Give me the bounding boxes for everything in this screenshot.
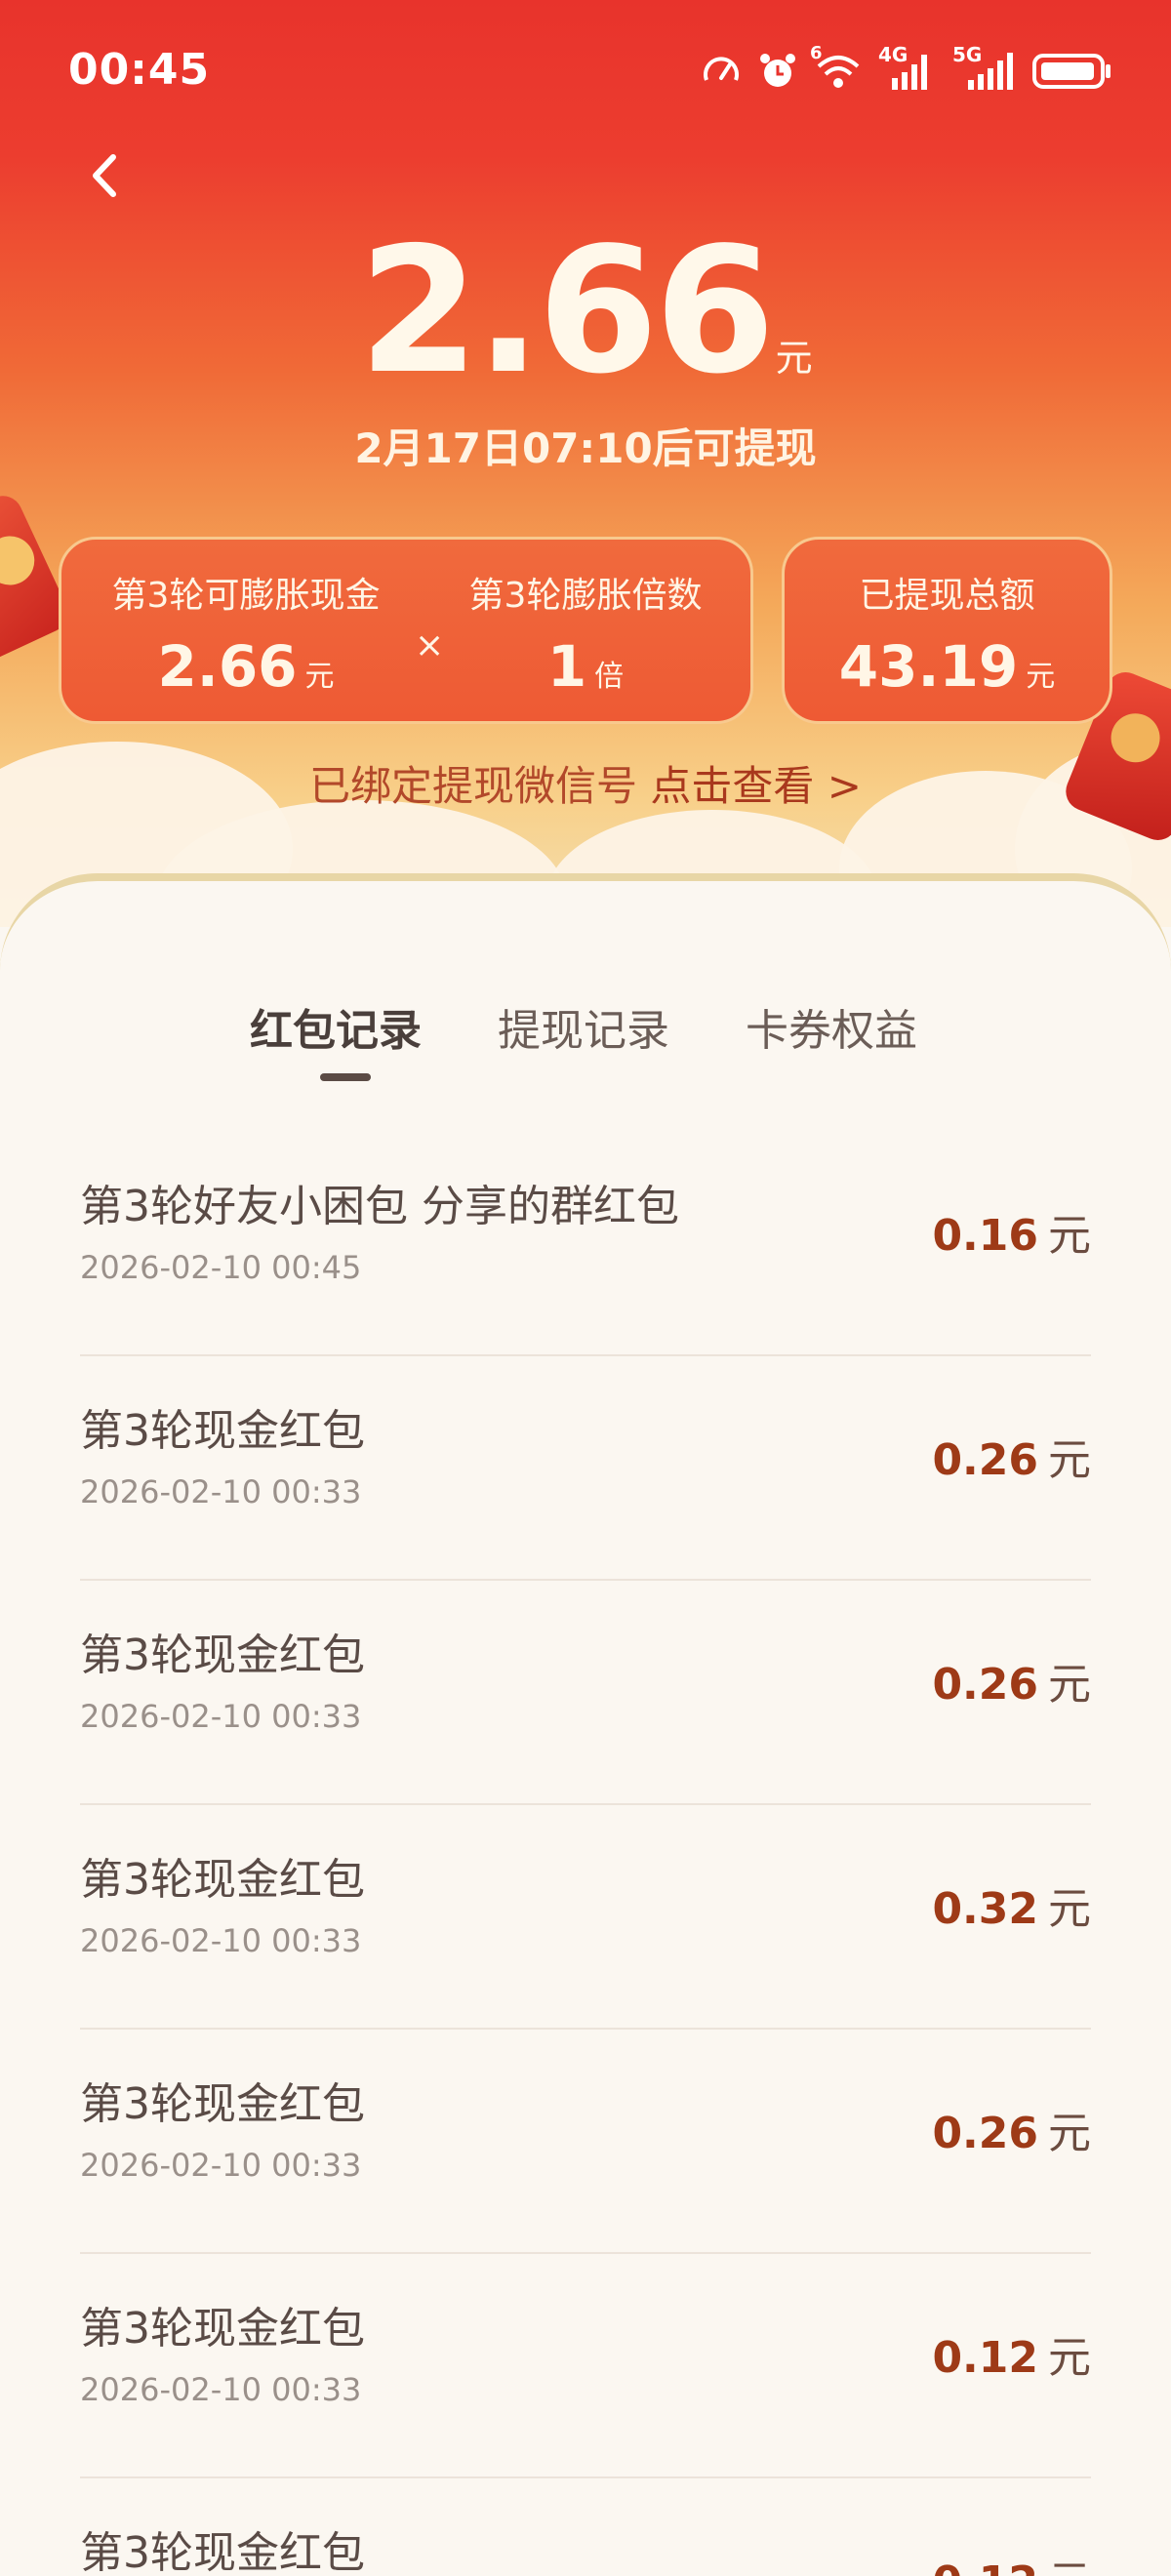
record-time: 2026-02-10 00:45 xyxy=(80,1249,362,1286)
record-title: 第3轮现金红包 xyxy=(80,1406,365,1456)
record-time: 2026-02-10 00:33 xyxy=(80,2371,362,2408)
battery-icon xyxy=(1032,51,1112,92)
list-item[interactable]: 第3轮现金红包 2026-02-10 00:33 0.26 元 xyxy=(80,2030,1091,2254)
multiplier-value-line: 1倍 xyxy=(454,633,717,700)
record-title: 第3轮现金红包 xyxy=(80,1630,365,1680)
multiplier-column: 第3轮膨胀倍数 1倍 xyxy=(454,567,717,700)
record-title: 第3轮现金红包 xyxy=(80,2528,365,2576)
withdrawn-label: 已提现总额 xyxy=(859,576,1035,616)
record-amount-value: 0.26 xyxy=(932,2109,1038,2158)
cash-unit: 元 xyxy=(304,660,335,694)
alarm-icon xyxy=(757,51,798,92)
record-time: 2026-02-10 00:33 xyxy=(80,1922,362,1959)
record-amount: 0.16 元 xyxy=(932,1200,1091,1263)
withdrawn-value-line: 43.19 元 xyxy=(785,633,1110,700)
withdraw-note: 2月17日07:10后可提现 xyxy=(354,424,817,472)
signal-5g-label: 5G xyxy=(952,43,983,66)
tab-coupon-benefits[interactable]: 卡券权益 xyxy=(746,995,917,1058)
wifi-badge: 6 xyxy=(810,43,823,63)
record-title: 第3轮现金红包 xyxy=(80,1855,365,1905)
wechat-bound-link[interactable]: 已绑定提现微信号 点击查看 > xyxy=(0,753,1171,813)
cash-value-line: 2.66 元 xyxy=(104,633,387,700)
record-amount-value: 0.16 xyxy=(932,1211,1038,1261)
multiplier-unit: 倍 xyxy=(594,660,625,694)
record-amount: 0.32 元 xyxy=(932,1873,1091,1936)
tab-red-packet-records[interactable]: 红包记录 xyxy=(250,995,422,1058)
signal-5g-icon: 5G xyxy=(952,43,1017,92)
record-time: 2026-02-10 00:33 xyxy=(80,1698,362,1735)
record-amount-value: 0.26 xyxy=(932,1660,1038,1710)
record-amount: 0.12元 xyxy=(932,2322,1091,2385)
record-amount-unit: 元 xyxy=(1048,2109,1091,2158)
record-time: 2026-02-10 00:33 xyxy=(80,2147,362,2184)
speedometer-icon xyxy=(701,51,742,92)
balance-value: 2.66 xyxy=(358,210,775,412)
record-tabs: 红包记录 提现记录 卡券权益 xyxy=(0,995,1171,1083)
record-list: 第3轮好友小困包 分享的群红包 2026-02-10 00:45 0.16 元 第… xyxy=(80,1132,1091,2576)
record-amount-unit: 元 xyxy=(1048,1884,1091,1934)
back-button[interactable] xyxy=(76,146,135,205)
record-amount-value: 0.32 xyxy=(932,1884,1038,1934)
record-time: 2026-02-10 00:33 xyxy=(80,1473,362,1510)
inflation-card: 第3轮可膨胀现金 2.66 元 × 第3轮膨胀倍数 1倍 xyxy=(59,537,753,724)
status-bar: 00:45 6 4G 5G xyxy=(0,0,1171,146)
withdrawn-value: 43.19 xyxy=(838,633,1019,700)
list-item[interactable]: 第3轮好友小困包 分享的群红包 2026-02-10 00:45 0.16 元 xyxy=(80,1132,1091,1356)
signal-4g-icon: 4G xyxy=(878,43,937,92)
record-amount: 0.12 元 xyxy=(932,2547,1091,2576)
record-amount-value: 0.12 xyxy=(932,2333,1038,2383)
record-amount-unit: 元 xyxy=(1048,1211,1091,1261)
record-amount-value: 0.26 xyxy=(932,1435,1038,1485)
record-amount-unit: 元 xyxy=(1048,1435,1091,1485)
multiplier-label: 第3轮膨胀倍数 xyxy=(468,576,703,616)
wifi-icon: 6 xyxy=(810,43,863,92)
record-amount: 0.26 元 xyxy=(932,2098,1091,2160)
multiplier-value: 1 xyxy=(546,633,587,700)
status-time: 00:45 xyxy=(68,45,211,95)
record-amount: 0.26 元 xyxy=(932,1425,1091,1487)
cash-value: 2.66 xyxy=(157,633,298,700)
record-title: 第3轮现金红包 xyxy=(80,2079,365,2129)
list-item[interactable]: 第3轮现金红包 2026-02-10 00:33 0.26 元 xyxy=(80,1356,1091,1581)
cash-label: 第3轮可膨胀现金 xyxy=(111,576,381,616)
withdrawn-column: 已提现总额 43.19 元 xyxy=(785,567,1110,700)
withdrawn-total-card[interactable]: 已提现总额 43.19 元 xyxy=(782,537,1112,724)
record-amount: 0.26 元 xyxy=(932,1649,1091,1711)
record-title: 第3轮现金红包 xyxy=(80,2304,365,2354)
list-item[interactable]: 第3轮现金红包 2026-02-10 00:33 0.26 元 xyxy=(80,1581,1091,1805)
view-wechat-link[interactable]: 点击查看 > xyxy=(650,762,862,810)
withdrawn-unit: 元 xyxy=(1026,660,1056,694)
record-amount-unit: 元 xyxy=(1048,1660,1091,1710)
record-amount-value: 0.12 xyxy=(932,2557,1038,2576)
list-item[interactable]: 第3轮现金红包 2026-02-10 00:33 0.32 元 xyxy=(80,1805,1091,2030)
record-title: 第3轮好友小困包 分享的群红包 xyxy=(80,1182,679,1231)
tab-withdraw-records[interactable]: 提现记录 xyxy=(498,995,669,1058)
record-amount-unit: 元 xyxy=(1048,2557,1091,2576)
wechat-bound-text: 已绑定提现微信号 xyxy=(309,762,651,810)
balance-unit: 元 xyxy=(775,337,813,380)
times-sign: × xyxy=(415,625,445,665)
tab-indicator xyxy=(320,1073,371,1081)
cash-column: 第3轮可膨胀现金 2.66 元 xyxy=(104,567,387,700)
record-amount-unit: 元 xyxy=(1048,2333,1091,2383)
back-arrow-icon xyxy=(93,154,116,197)
balance-amount: 2.66 元 xyxy=(0,224,1171,398)
status-icons: 6 4G 5G xyxy=(701,43,1112,94)
list-item[interactable]: 第3轮现金红包 2026-02-10 00:33 0.12 元 xyxy=(80,2254,1091,2478)
list-item[interactable]: 第3轮现金红包 0.12 元 xyxy=(80,2478,1091,2576)
signal-4g-label: 4G xyxy=(878,43,909,66)
